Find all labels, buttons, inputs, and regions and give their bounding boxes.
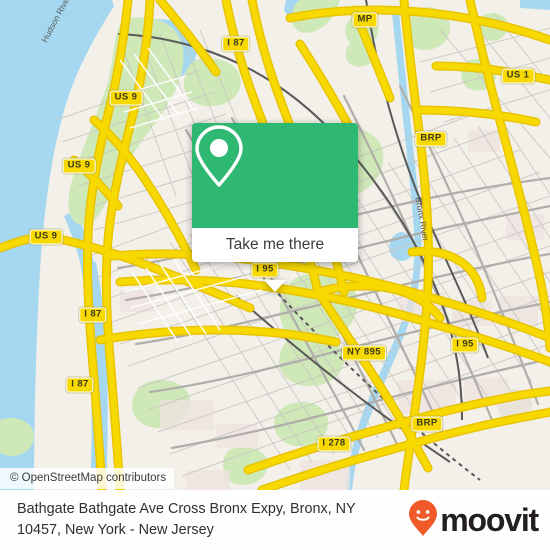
shield-i87-north[interactable]: I 87 (222, 36, 250, 52)
shield-i95-east[interactable]: I 95 (451, 337, 479, 353)
take-me-there-button[interactable]: Take me there (226, 237, 324, 253)
shield-brp-north[interactable]: BRP (415, 131, 447, 147)
shield-i95-center[interactable]: I 95 (251, 262, 279, 278)
moovit-map-screenshot: Hudson River Bronx River I 87 MP US 1 US… (0, 0, 550, 550)
shield-us9-mid[interactable]: US 9 (62, 158, 96, 174)
popup-pointer-tail (264, 280, 286, 292)
shield-brp-south[interactable]: BRP (411, 416, 443, 432)
footer-bar: Bathgate Bathgate Ave Cross Bronx Expy, … (0, 490, 550, 550)
shield-i278[interactable]: I 278 (317, 436, 351, 452)
popup-pin-area (192, 123, 358, 228)
shield-us9-north[interactable]: US 9 (109, 90, 143, 106)
shield-ny895[interactable]: NY 895 (342, 345, 386, 361)
location-popup-card[interactable]: Take me there (192, 123, 358, 292)
shield-us1[interactable]: US 1 (501, 68, 535, 84)
shield-i87-mid[interactable]: I 87 (79, 307, 107, 323)
address-line-1: Bathgate Bathgate Ave Cross Bronx Expy, … (17, 501, 356, 517)
shield-us9-south[interactable]: US 9 (29, 229, 63, 245)
address-line-2: 10457, New York - New Jersey (17, 522, 214, 538)
shield-mp[interactable]: MP (352, 12, 378, 28)
moovit-wordmark: moovit (440, 502, 539, 538)
moovit-smiley-pin-icon (408, 499, 438, 542)
shield-i87-south[interactable]: I 87 (66, 377, 94, 393)
popup-action-area[interactable]: Take me there (192, 228, 358, 262)
osm-attribution[interactable]: © OpenStreetMap contributors (0, 468, 175, 489)
moovit-logo[interactable]: moovit (408, 499, 539, 542)
location-address: Bathgate Bathgate Ave Cross Bronx Expy, … (17, 499, 408, 541)
map-canvas[interactable]: Hudson River Bronx River I 87 MP US 1 US… (0, 0, 550, 490)
